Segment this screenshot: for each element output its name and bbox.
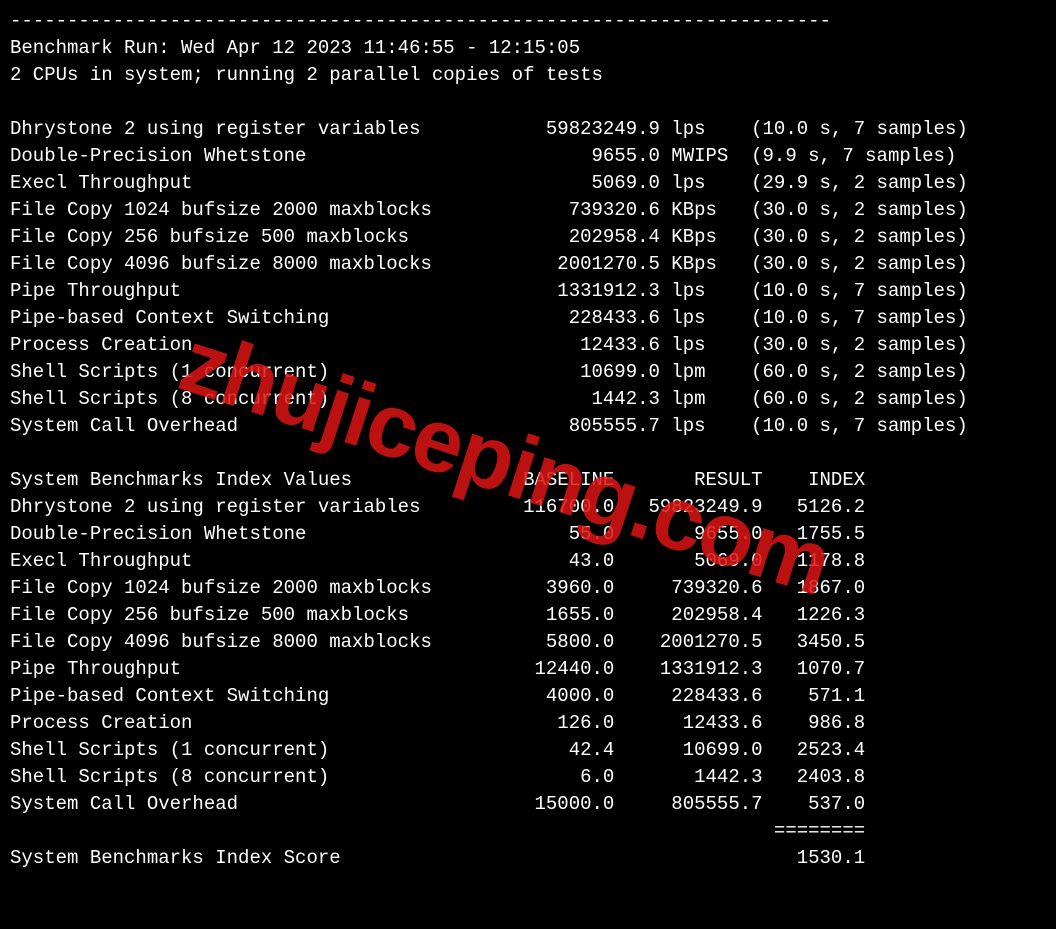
index-header: System Benchmarks Index Values BASELINE … <box>10 469 865 491</box>
index-block: Dhrystone 2 using register variables 116… <box>10 496 865 815</box>
divider-line: ----------------------------------------… <box>10 10 831 32</box>
score-line: System Benchmarks Index Score 1530.1 <box>10 847 865 869</box>
cpu-info-line: 2 CPUs in system; running 2 parallel cop… <box>10 64 603 86</box>
score-divider: ======== <box>10 820 865 842</box>
benchmark-run-line: Benchmark Run: Wed Apr 12 2023 11:46:55 … <box>10 37 580 59</box>
results-block: Dhrystone 2 using register variables 598… <box>10 118 968 437</box>
terminal-output: ----------------------------------------… <box>0 0 1056 882</box>
